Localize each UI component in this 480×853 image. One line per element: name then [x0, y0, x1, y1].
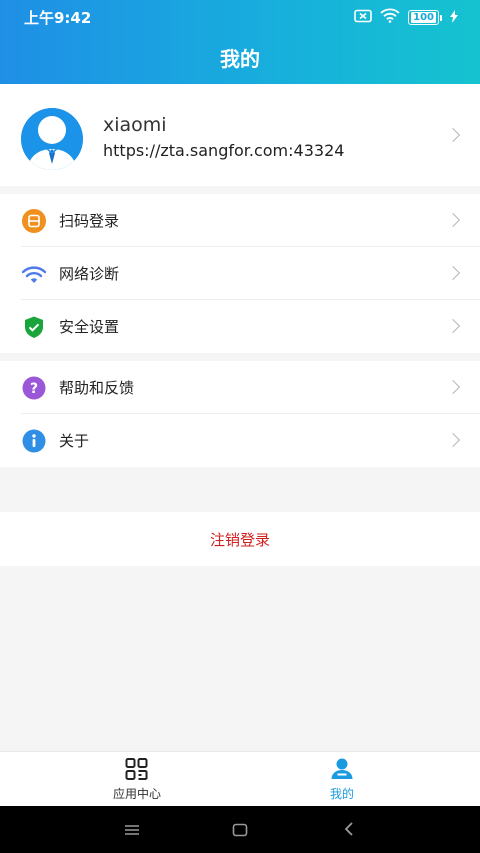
svg-text:?: ? [30, 381, 38, 397]
menu-item-scan-login[interactable]: 扫码登录 [0, 194, 480, 247]
menu-item-label: 扫码登录 [59, 212, 120, 230]
chevron-right-icon [445, 127, 461, 143]
profile-card[interactable]: xiaomi https://zta.sangfor.com:43324 [0, 84, 480, 186]
wifi-status-icon [380, 8, 400, 27]
chevron-right-icon [445, 265, 461, 281]
battery-level: 100 [411, 12, 436, 23]
menu-group-2: ? 帮助和反馈 关于 [0, 361, 480, 467]
menu-icon[interactable] [124, 822, 140, 841]
logout-label: 注销登录 [209, 530, 270, 549]
status-icons: 100 [354, 8, 458, 27]
bottom-navigation: 应用中心 我的 [0, 751, 480, 806]
chevron-right-icon [445, 318, 461, 334]
top-bar: 上午9:42 100 我的 [0, 0, 480, 84]
system-navigation-bar [0, 806, 480, 853]
grid-icon [124, 758, 150, 784]
tab-app-center[interactable]: 应用中心 [87, 758, 187, 802]
shield-check-icon [22, 315, 46, 339]
battery-icon: 100 [408, 10, 442, 25]
menu-group-1: 扫码登录 网络诊断 安全设置 [0, 194, 480, 353]
wifi-icon [21, 262, 47, 286]
user-name: xiaomi [103, 114, 167, 136]
scan-icon [22, 209, 46, 233]
menu-item-about[interactable]: 关于 [0, 414, 480, 467]
charging-icon [450, 8, 458, 27]
menu-item-help-feedback[interactable]: ? 帮助和反馈 [0, 361, 480, 414]
back-icon[interactable] [343, 821, 355, 841]
menu-item-network-diagnosis[interactable]: 网络诊断 [0, 247, 480, 300]
menu-item-label: 关于 [59, 432, 90, 450]
profile-icon [329, 758, 355, 784]
avatar [21, 108, 83, 170]
info-icon [22, 429, 46, 453]
chevron-right-icon [445, 212, 461, 228]
status-bar: 上午9:42 100 [0, 0, 480, 32]
page-title: 我的 [220, 47, 260, 71]
menu-item-label: 网络诊断 [59, 265, 120, 283]
logout-button[interactable]: 注销登录 [0, 512, 480, 566]
tab-label: 我的 [329, 787, 354, 801]
user-avatar-icon [21, 108, 83, 170]
tab-mine[interactable]: 我的 [292, 758, 392, 802]
menu-item-label: 帮助和反馈 [59, 379, 135, 397]
chevron-right-icon [445, 379, 461, 395]
status-time: 上午9:42 [24, 9, 92, 27]
tab-label: 应用中心 [112, 787, 161, 801]
home-icon[interactable] [232, 822, 248, 841]
menu-item-label: 安全设置 [59, 318, 120, 336]
server-address: https://zta.sangfor.com:43324 [103, 141, 345, 160]
sim-off-icon [354, 8, 372, 27]
chevron-right-icon [445, 432, 461, 448]
menu-item-security-settings[interactable]: 安全设置 [0, 300, 480, 353]
help-icon: ? [22, 376, 46, 400]
